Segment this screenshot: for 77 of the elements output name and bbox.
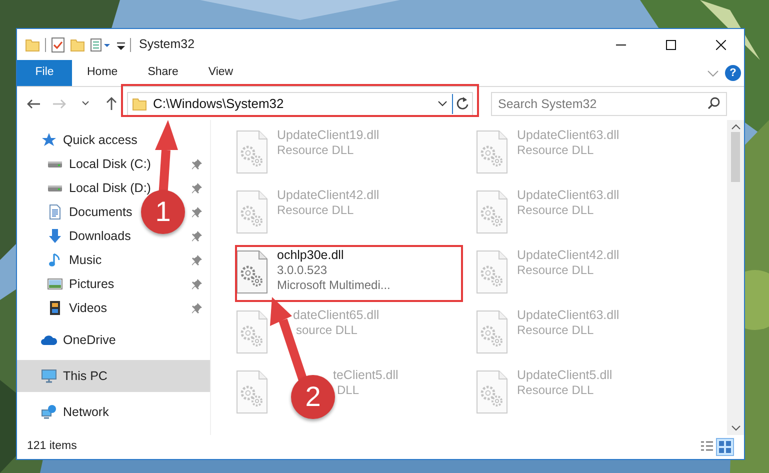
folder-icon [132,96,148,110]
ribbon-tab[interactable]: Share [132,60,194,86]
file-detail: source DLL [296,323,358,338]
sidebar-item[interactable]: Network [63,402,109,422]
file-detail: Resource DLL [517,383,594,398]
vertical-scrollbar[interactable] [727,120,744,435]
gear-file-icon[interactable] [235,370,269,414]
file-detail: Resource DLL [517,203,594,218]
monitor-icon [41,368,57,384]
pin-icon[interactable] [191,206,202,218]
pin-icon[interactable] [191,230,202,242]
download-arrow-icon [47,228,63,244]
help-button[interactable]: ? [725,65,741,81]
file-tab[interactable]: File [17,60,72,86]
file-name[interactable]: ochlp30e.dll [277,248,344,263]
cloud-icon [41,334,57,346]
gear-file-icon[interactable] [235,250,269,294]
gear-file-icon[interactable] [235,190,269,234]
sidebar-item[interactable]: Music [69,250,102,270]
back-icon[interactable] [26,98,40,108]
file-detail: Microsoft Multimedi... [277,278,390,293]
file-detail: Resource DLL [517,263,594,278]
customize-icon[interactable] [90,36,112,52]
sidebar-item[interactable]: Quick access [63,130,138,150]
scroll-down-icon[interactable] [730,425,740,431]
pin-icon[interactable] [191,278,202,290]
pin-icon[interactable] [191,182,202,194]
file-detail: 3.0.0.523 [277,263,328,278]
file-detail: Resource DLL [277,143,354,158]
pin-icon[interactable] [191,158,202,170]
ribbon-tab[interactable]: View [193,60,248,86]
pictures-icon [47,278,63,290]
sidebar-item[interactable]: Local Disk (C:) [69,154,151,174]
gear-file-icon[interactable] [235,130,269,174]
file-detail: DLL [337,383,360,398]
file-detail: Resource DLL [277,203,354,218]
scroll-up-icon[interactable] [730,124,740,130]
scroll-thumb[interactable] [731,132,740,182]
pin-icon[interactable] [191,254,202,266]
window-title: System32 [139,36,195,54]
dropdown-icon[interactable] [438,100,447,106]
gear-file-icon[interactable] [475,370,509,414]
document-icon [47,204,63,220]
gear-file-icon[interactable] [235,310,269,354]
refresh-icon[interactable] [456,97,469,110]
network-icon [41,404,57,420]
file-detail: Resource DLL [517,143,594,158]
address-path: C:\Windows\System32 [152,94,284,113]
close-icon[interactable] [716,40,726,50]
up-arrow-icon[interactable] [106,97,116,110]
search-field[interactable]: Search System32 [491,92,727,116]
sidebar-item[interactable]: Videos [69,298,107,318]
properties-icon[interactable] [50,36,66,52]
sidebar-item[interactable]: Documents [69,202,132,222]
film-icon [47,300,63,316]
file-detail: Resource DLL [517,323,594,338]
gear-file-icon[interactable] [475,310,509,354]
drive-icon [47,160,63,168]
item-count: 121 items [27,439,77,454]
maximize-icon[interactable] [666,40,676,50]
folder-icon[interactable] [25,36,41,52]
minimize-icon[interactable] [616,44,626,46]
chevron-down-icon[interactable] [82,101,88,106]
sidebar-item[interactable]: Downloads [69,226,131,246]
drive-icon [47,184,63,192]
expand-ribbon-icon[interactable] [707,70,719,76]
new-folder-icon[interactable] [70,36,86,52]
ribbon-tab[interactable]: Home [72,60,133,86]
pin-icon[interactable] [191,302,202,314]
sidebar-item[interactable]: Pictures [69,274,114,294]
sidebar-item[interactable]: OneDrive [63,330,116,350]
star-icon [41,132,57,148]
search-icon[interactable] [708,96,720,108]
gear-file-icon[interactable] [475,190,509,234]
gear-file-icon[interactable] [475,250,509,294]
gear-file-icon[interactable] [475,130,509,174]
sidebar-item[interactable]: This PC [63,366,108,386]
